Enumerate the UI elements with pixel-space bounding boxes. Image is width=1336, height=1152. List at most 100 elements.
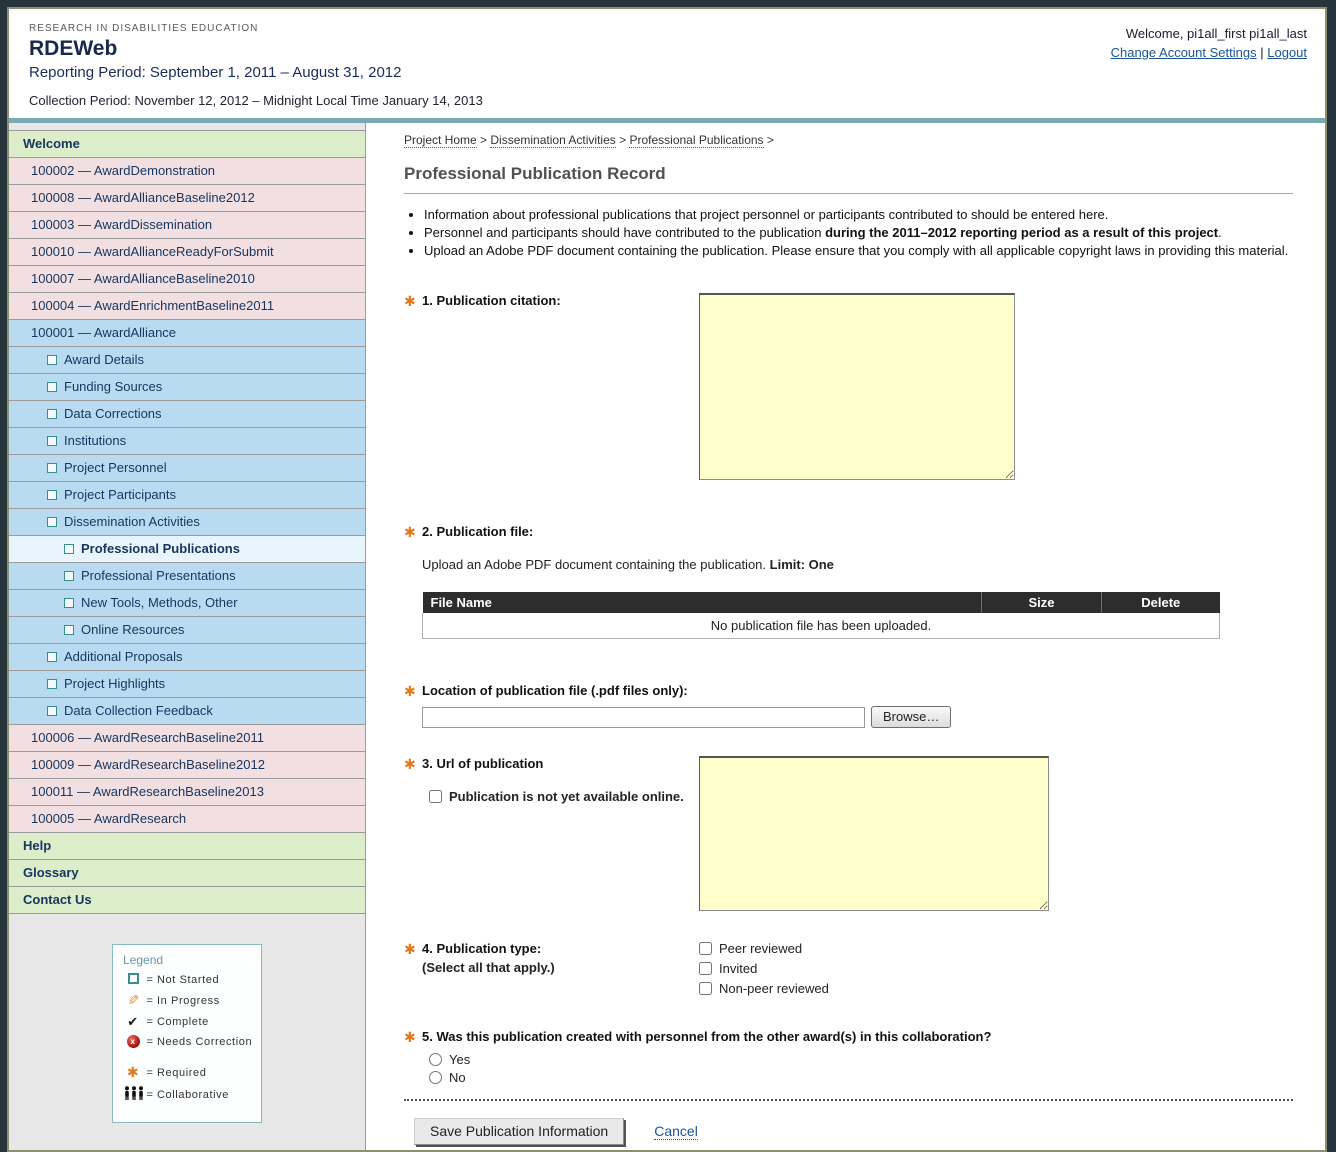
required-icon: ✱ [404, 524, 416, 540]
welcome-user: Welcome, pi1all_first pi1all_last [1125, 26, 1307, 41]
sidebar-item-100010-awardalliancereadyforsubmit[interactable]: 100010 — AwardAllianceReadyForSubmit [9, 239, 365, 266]
sidebar-item-professional-publications[interactable]: Professional Publications [9, 536, 365, 563]
browse-button[interactable]: Browse… [871, 706, 952, 728]
invited-checkbox[interactable] [699, 962, 712, 975]
required-icon: ✱ [404, 683, 416, 699]
publication-url-textarea[interactable] [699, 756, 1049, 911]
instruction-bullet-3: Upload an Adobe PDF document containing … [424, 243, 1293, 259]
equals-sign: = [146, 1016, 154, 1028]
no-radio[interactable] [429, 1071, 442, 1084]
publication-file-table: File Name Size Delete No publication file … [422, 592, 1220, 639]
breadcrumb-link-project-home[interactable]: Project Home [404, 133, 477, 148]
sidebar-item-100001-awardalliance[interactable]: 100001 — AwardAlliance [9, 320, 365, 347]
sidebar-item-institutions[interactable]: Institutions [9, 428, 365, 455]
not-started-icon [64, 598, 74, 608]
file-location-input[interactable] [422, 706, 865, 728]
file-location-section: ✱ Location of publication file (.pdf fil… [404, 683, 1293, 728]
sidebar-item-help[interactable]: Help [9, 833, 365, 860]
required-icon: ✱ [126, 1064, 140, 1080]
breadcrumb-link-professional-publications[interactable]: Professional Publications [629, 133, 764, 148]
sidebar-item-label: 100010 — AwardAllianceReadyForSubmit [31, 244, 274, 259]
sidebar-item-project-highlights[interactable]: Project Highlights [9, 671, 365, 698]
required-icon: ✱ [404, 756, 416, 772]
sidebar-item-100004-awardenrichmentbaseline2011[interactable]: 100004 — AwardEnrichmentBaseline2011 [9, 293, 365, 320]
sidebar-item-100008-awardalliancebaseline2012[interactable]: 100008 — AwardAllianceBaseline2012 [9, 185, 365, 212]
not-available-online-checkbox[interactable] [429, 790, 442, 803]
sidebar-item-100011-awardresearchbaseline2013[interactable]: 100011 — AwardResearchBaseline2013 [9, 779, 365, 806]
not-started-icon [47, 382, 57, 392]
bullet-text: Information about professional publicati… [424, 207, 1109, 222]
sidebar-item-label: 100008 — AwardAllianceBaseline2012 [31, 190, 255, 205]
question-1: ✱ 1. Publication citation: [404, 293, 1293, 480]
sidebar-item-data-corrections[interactable]: Data Corrections [9, 401, 365, 428]
sidebar-nav: Welcome 100002 — AwardDemonstration 100008… [9, 130, 365, 914]
publication-type-option-invited: Invited [699, 961, 829, 976]
legend-item-complete: ✔ = Complete [123, 1014, 253, 1030]
sidebar-item-label: 100009 — AwardResearchBaseline2012 [31, 757, 265, 772]
sidebar-item-new-tools-methods-other[interactable]: New Tools, Methods, Other [9, 590, 365, 617]
sidebar-item-label: Project Highlights [64, 676, 166, 691]
breadcrumb-link-dissemination-activities[interactable]: Dissemination Activities [490, 133, 616, 148]
header-left: RESEARCH IN DISABILITIES EDUCATION RDEWe… [29, 23, 483, 108]
sidebar-item-100007-awardalliancebaseline2010[interactable]: 100007 — AwardAllianceBaseline2010 [9, 266, 365, 293]
sidebar-item-label: Additional Proposals [64, 649, 183, 664]
sidebar-item-award-details[interactable]: Award Details [9, 347, 365, 374]
legend-item-label: Not Started [157, 974, 220, 986]
peer-reviewed-checkbox[interactable] [699, 942, 712, 955]
legend-item-label: Collaborative [157, 1088, 230, 1101]
sidebar-item-glossary[interactable]: Glossary [9, 860, 365, 887]
sidebar-item-project-personnel[interactable]: Project Personnel [9, 455, 365, 482]
logout-link[interactable]: Logout [1267, 45, 1307, 60]
legend-item-required: ✱ = Required [123, 1064, 253, 1081]
sidebar-item-label: Project Participants [64, 487, 176, 502]
sidebar-item-additional-proposals[interactable]: Additional Proposals [9, 644, 365, 671]
sidebar-item-welcome[interactable]: Welcome [9, 131, 365, 158]
sidebar-item-project-participants[interactable]: Project Participants [9, 482, 365, 509]
sidebar-item-label: Professional Presentations [81, 568, 236, 583]
cancel-link[interactable]: Cancel [654, 1123, 698, 1140]
bullet-text: . [1218, 225, 1222, 240]
main-content: Project Home > Dissemination Activities … [366, 123, 1325, 1150]
not-started-icon [47, 706, 57, 716]
question-3: ✱ 3. Url of publication Publication is n… [404, 756, 1293, 911]
option-label: Peer reviewed [719, 941, 803, 956]
option-label: Yes [449, 1052, 471, 1067]
sidebar-item-label: Contact Us [23, 892, 92, 907]
option-label: No [449, 1070, 466, 1085]
empty-table-message: No publication file has been uploaded. [422, 613, 1220, 639]
sidebar-item-professional-presentations[interactable]: Professional Presentations [9, 563, 365, 590]
sidebar-item-100002-awarddemonstration[interactable]: 100002 — AwardDemonstration [9, 158, 365, 185]
link-divider: | [1260, 45, 1264, 60]
sidebar: Welcome 100002 — AwardDemonstration 100008… [9, 123, 366, 1150]
reporting-period: Reporting Period: September 1, 2011 – Au… [29, 64, 402, 81]
q4-sub-label: (Select all that apply.) [422, 960, 555, 975]
equals-sign: = [146, 974, 154, 986]
sidebar-item-100009-awardresearchbaseline2012[interactable]: 100009 — AwardResearchBaseline2012 [9, 752, 365, 779]
not-available-online-label: Publication is not yet available online. [449, 789, 684, 804]
header-right: Welcome, pi1all_first pi1all_last Change… [1111, 23, 1307, 108]
sidebar-item-contact-us[interactable]: Contact Us [9, 887, 365, 914]
publication-citation-textarea[interactable] [699, 293, 1015, 480]
sidebar-item-funding-sources[interactable]: Funding Sources [9, 374, 365, 401]
sidebar-item-online-resources[interactable]: Online Resources [9, 617, 365, 644]
sidebar-item-100005-awardresearch[interactable]: 100005 — AwardResearch [9, 806, 365, 833]
not-started-icon [64, 625, 74, 635]
sidebar-item-dissemination-activities[interactable]: Dissemination Activities [9, 509, 365, 536]
sidebar-item-100006-awardresearchbaseline2011[interactable]: 100006 — AwardResearchBaseline2011 [9, 725, 365, 752]
yes-radio[interactable] [429, 1053, 442, 1066]
sidebar-item-label: 100003 — AwardDissemination [31, 217, 213, 232]
sidebar-item-label: 100004 — AwardEnrichmentBaseline2011 [31, 298, 275, 313]
change-account-settings-link[interactable]: Change Account Settings [1111, 45, 1257, 60]
sidebar-item-data-collection-feedback[interactable]: Data Collection Feedback [9, 698, 365, 725]
sidebar-item-label: Institutions [64, 433, 127, 448]
sidebar-item-label: Data Corrections [64, 406, 162, 421]
save-publication-button[interactable]: Save Publication Information [414, 1118, 625, 1145]
instruction-bullet-1: Information about professional publicati… [424, 207, 1293, 223]
required-icon: ✱ [404, 1029, 416, 1045]
option-label: Non-peer reviewed [719, 981, 829, 996]
sidebar-item-100003-awarddissemination[interactable]: 100003 — AwardDissemination [9, 212, 365, 239]
sidebar-item-label: Dissemination Activities [64, 514, 200, 529]
legend-item-not-started: = Not Started [123, 973, 253, 987]
non-peer-reviewed-checkbox[interactable] [699, 982, 712, 995]
sidebar-item-label: Data Collection Feedback [64, 703, 213, 718]
